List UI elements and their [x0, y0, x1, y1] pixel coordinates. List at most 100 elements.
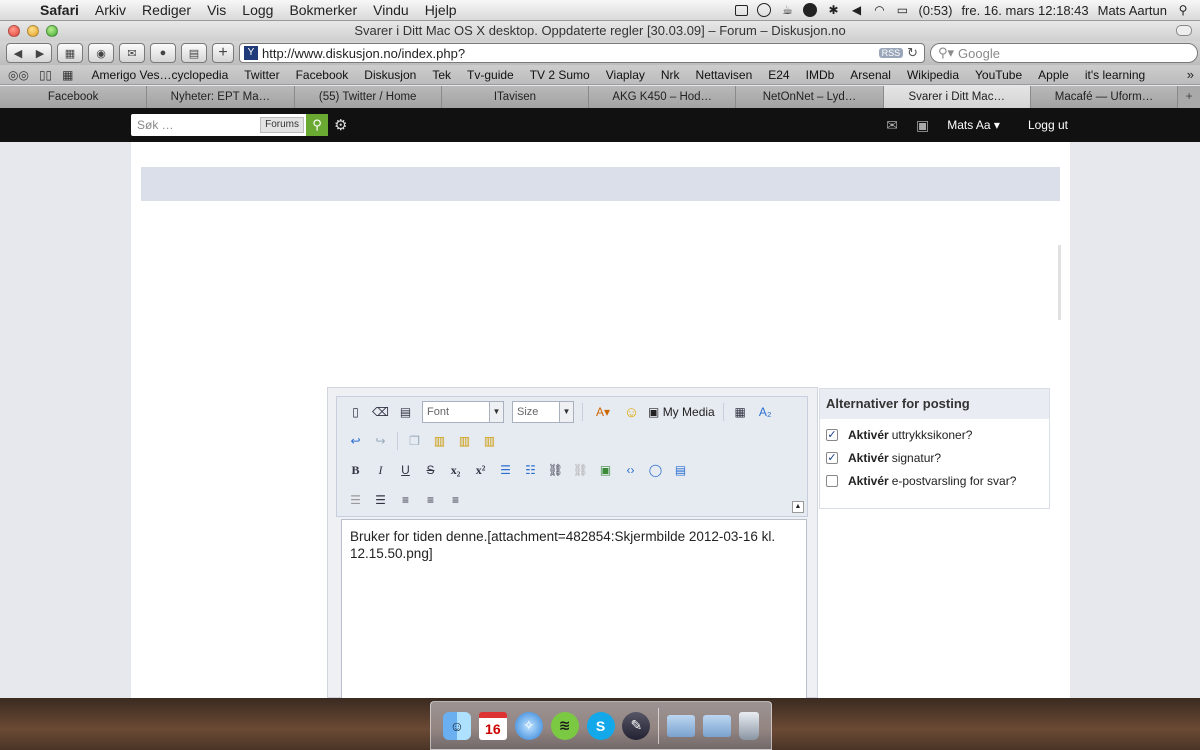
- checkbox-emoticons[interactable]: ✓: [826, 428, 838, 441]
- spotlight-icon[interactable]: ⚲: [1176, 3, 1190, 17]
- address-bar[interactable]: Y http://www.diskusjon.no/index.php? RSS…: [239, 43, 925, 63]
- logout-link[interactable]: Logg ut: [1028, 118, 1068, 132]
- finder-icon[interactable]: ☺: [442, 711, 471, 740]
- safari-icon[interactable]: ✧: [514, 711, 543, 740]
- bookmark-item[interactable]: Nettavisen: [696, 68, 753, 82]
- new-tab-icon[interactable]: +: [1178, 86, 1200, 108]
- forum-search-input[interactable]: Søk … Forums: [131, 114, 306, 136]
- numbered-list-icon[interactable]: ☷: [522, 462, 539, 479]
- source-icon[interactable]: ▯: [347, 404, 364, 421]
- search-scope-button[interactable]: Forums: [260, 117, 304, 133]
- messages-icon[interactable]: ✉: [886, 117, 898, 134]
- clock[interactable]: fre. 16. mars 12:18:43: [961, 3, 1088, 18]
- bullet-list-icon[interactable]: ☰: [497, 462, 514, 479]
- editor-text-area[interactable]: Bruker for tiden denne.[attachment=48285…: [341, 519, 807, 699]
- bookmark-item[interactable]: Twitter: [244, 68, 279, 82]
- scrollbar[interactable]: [1058, 245, 1061, 320]
- top-sites-button[interactable]: ▦: [57, 43, 83, 63]
- redo-icon[interactable]: ↪: [372, 433, 389, 450]
- xcode-icon[interactable]: ✎: [622, 711, 651, 740]
- tab-active[interactable]: Svarer i Ditt Mac…: [883, 86, 1031, 108]
- tab[interactable]: NetOnNet – Lyd…: [736, 86, 884, 108]
- spotify-icon[interactable]: ≋: [550, 711, 579, 740]
- tab[interactable]: (55) Twitter / Home: [294, 86, 442, 108]
- image-icon[interactable]: ▣: [597, 462, 614, 479]
- menu-item-arkiv[interactable]: Arkiv: [87, 2, 134, 18]
- align-left-icon[interactable]: ≡: [397, 492, 414, 509]
- url-text[interactable]: http://www.diskusjon.no/index.php?: [262, 46, 879, 61]
- align-right-icon[interactable]: ≡: [447, 492, 464, 509]
- forward-icon[interactable]: ▶: [29, 47, 51, 60]
- downloads-folder-icon[interactable]: [667, 714, 696, 737]
- rss-button[interactable]: RSS: [878, 48, 904, 58]
- collapse-toolbar-icon[interactable]: ▲: [792, 501, 804, 513]
- toolbar-toggle-button[interactable]: [1176, 25, 1192, 36]
- attachment-icon[interactable]: ▤: [672, 462, 689, 479]
- paste-text-icon[interactable]: ▥: [456, 433, 473, 450]
- superscript-icon[interactable]: x²: [472, 462, 489, 479]
- close-window-button[interactable]: [8, 25, 20, 37]
- notifications-icon[interactable]: ▣: [916, 117, 929, 134]
- toggle-editor-icon[interactable]: ▤: [397, 404, 414, 421]
- documents-folder-icon[interactable]: [703, 714, 732, 737]
- gear-icon[interactable]: ⚙: [334, 116, 347, 134]
- code-icon[interactable]: ‹›: [622, 462, 639, 479]
- bookmark-item[interactable]: Viaplay: [606, 68, 645, 82]
- option-signature[interactable]: ✓ Aktivér signatur?: [820, 446, 1049, 469]
- cup-icon[interactable]: ☕: [780, 3, 794, 17]
- text-color-icon[interactable]: A▾: [591, 404, 615, 421]
- copy-icon[interactable]: ❐: [406, 433, 423, 450]
- italic-icon[interactable]: I: [372, 462, 389, 479]
- checkbox-signature[interactable]: ✓: [826, 451, 838, 464]
- bookmark-item[interactable]: Diskusjon: [364, 68, 416, 82]
- zoom-window-button[interactable]: [46, 25, 58, 37]
- tab[interactable]: AKG K450 – Hod…: [589, 86, 737, 108]
- extension-button-1[interactable]: ◉: [88, 43, 114, 63]
- option-email-notify[interactable]: Aktivér e-postvarsling for svar?: [820, 469, 1049, 492]
- font-select[interactable]: Font ▼: [422, 401, 504, 423]
- screen-capture-icon[interactable]: [735, 4, 749, 16]
- reload-icon[interactable]: ↻: [907, 45, 918, 61]
- outdent-icon[interactable]: ☰: [347, 492, 364, 509]
- underline-icon[interactable]: U: [397, 462, 414, 479]
- quote-icon[interactable]: ◯: [647, 462, 664, 479]
- wifi-icon[interactable]: ◠: [872, 3, 886, 17]
- calendar-icon[interactable]: 16: [478, 711, 507, 740]
- size-select[interactable]: Size ▼: [512, 401, 574, 423]
- more-bookmarks-icon[interactable]: »: [1187, 67, 1194, 82]
- bookmark-item[interactable]: IMDb: [806, 68, 835, 82]
- bookmark-item[interactable]: Facebook: [296, 68, 349, 82]
- menu-item-vindu[interactable]: Vindu: [365, 2, 417, 18]
- bookmark-item[interactable]: it's learning: [1085, 68, 1145, 82]
- emoticon-icon[interactable]: ☺: [623, 404, 640, 421]
- user-menu-button[interactable]: Mats Aa ▾: [947, 118, 1000, 132]
- bookmark-item[interactable]: Apple: [1038, 68, 1069, 82]
- unlink-icon[interactable]: ⛓: [572, 462, 589, 479]
- search-go-button[interactable]: ⚲: [306, 114, 328, 136]
- skype-icon[interactable]: S: [586, 711, 615, 740]
- menu-item-logg[interactable]: Logg: [234, 2, 281, 18]
- tab[interactable]: Macafé — Uform…: [1030, 86, 1179, 108]
- paste-icon[interactable]: ▥: [431, 433, 448, 450]
- extension-button-3[interactable]: ▤: [181, 43, 207, 63]
- tab[interactable]: Facebook: [0, 86, 148, 108]
- menu-item-rediger[interactable]: Rediger: [134, 2, 199, 18]
- bookmark-item[interactable]: Tv-guide: [467, 68, 514, 82]
- volume-icon[interactable]: ◀: [849, 3, 863, 17]
- bookmark-item[interactable]: Tek: [432, 68, 451, 82]
- back-icon[interactable]: ◀: [7, 47, 29, 60]
- indent-icon[interactable]: ☰: [372, 492, 389, 509]
- subscript-icon[interactable]: x₂: [447, 462, 464, 479]
- mail-button[interactable]: ✉: [119, 43, 145, 63]
- strikethrough-icon[interactable]: S: [422, 462, 439, 479]
- menu-item-hjelp[interactable]: Hjelp: [417, 2, 465, 18]
- time-machine-icon[interactable]: [757, 3, 772, 17]
- checkbox-email-notify[interactable]: [826, 474, 838, 487]
- menu-item-bokmerker[interactable]: Bokmerker: [281, 2, 365, 18]
- bookmark-item[interactable]: Arsenal: [850, 68, 891, 82]
- status-dot-icon[interactable]: [803, 3, 818, 17]
- eraser-icon[interactable]: ⌫: [372, 404, 389, 421]
- bookmark-item[interactable]: Wikipedia: [907, 68, 959, 82]
- bookmark-item[interactable]: E24: [768, 68, 789, 82]
- bookmark-item[interactable]: Amerigo Ves…cyclopedia: [92, 68, 229, 82]
